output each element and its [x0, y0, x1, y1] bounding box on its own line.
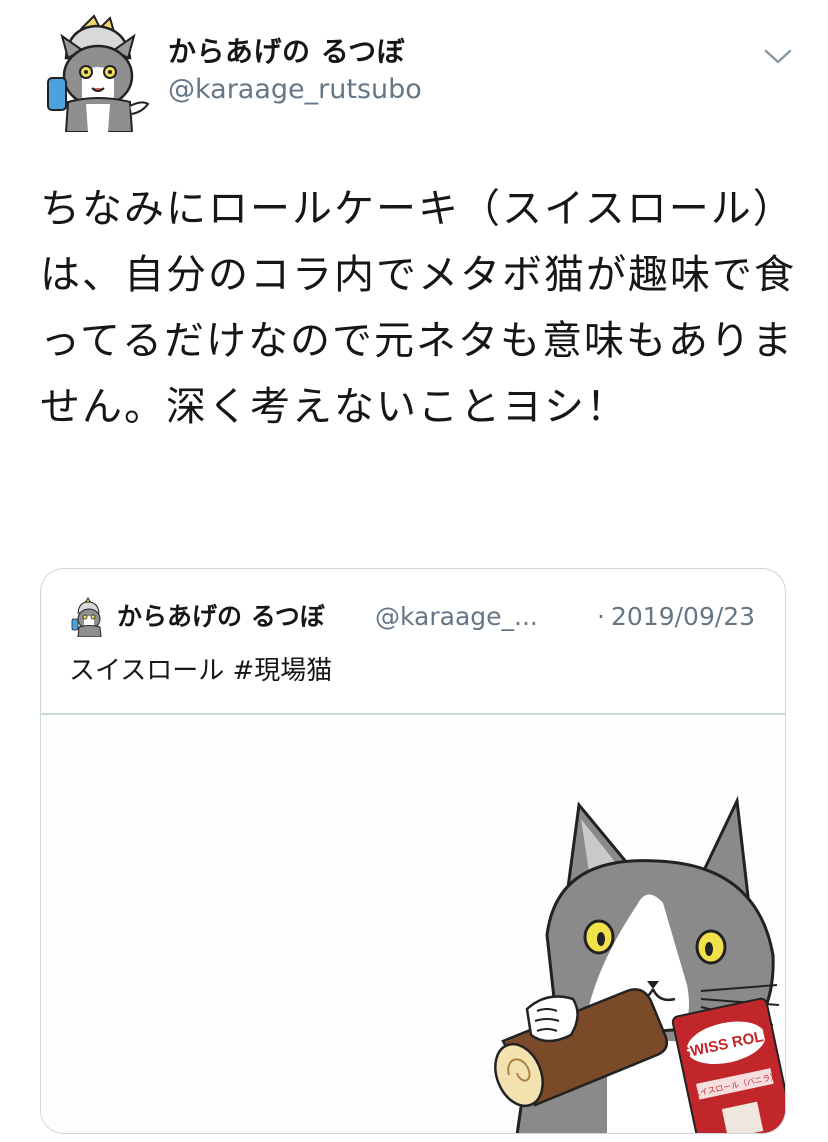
author-info[interactable]: からあげの るつぼ @karaage_rutsubo [168, 34, 422, 108]
cat-worker-avatar-icon [47, 14, 150, 133]
tweet-menu-button[interactable] [762, 42, 794, 70]
quoted-author-display-name[interactable]: からあげの るつぼ [117, 597, 325, 637]
cat-worker-avatar-icon [71, 597, 102, 638]
chevron-down-icon [764, 49, 792, 64]
quoted-tweet-text: スイスロール #現場猫 [69, 656, 333, 686]
header-separator: · [597, 602, 605, 631]
quoted-tweet-card[interactable]: からあげの るつぼ @karaage_... · 2019/09/23 スイスロ… [40, 568, 786, 1134]
quoted-author-handle[interactable]: @karaage_... [375, 597, 538, 637]
tweet-text: ちなみにロールケーキ（スイスロール）は、自分のコラ内でメタボ猫が趣味で食ってるだ… [40, 186, 796, 430]
cat-eating-swiss-roll-image: SWISS ROLL スイスロール（バニラ） [494, 795, 785, 1133]
author-avatar[interactable] [38, 14, 150, 133]
author-handle[interactable]: @karaage_rutsubo [168, 72, 422, 108]
quoted-tweet-date[interactable]: 2019/09/23 [611, 597, 755, 637]
quoted-tweet-header: からあげの るつぼ @karaage_... · 2019/09/23 [69, 597, 769, 638]
author-display-name[interactable]: からあげの るつぼ [168, 34, 422, 70]
quoted-tweet-media[interactable]: SWISS ROLL スイスロール（バニラ） [41, 715, 785, 1133]
quoted-author-avatar [69, 597, 107, 638]
